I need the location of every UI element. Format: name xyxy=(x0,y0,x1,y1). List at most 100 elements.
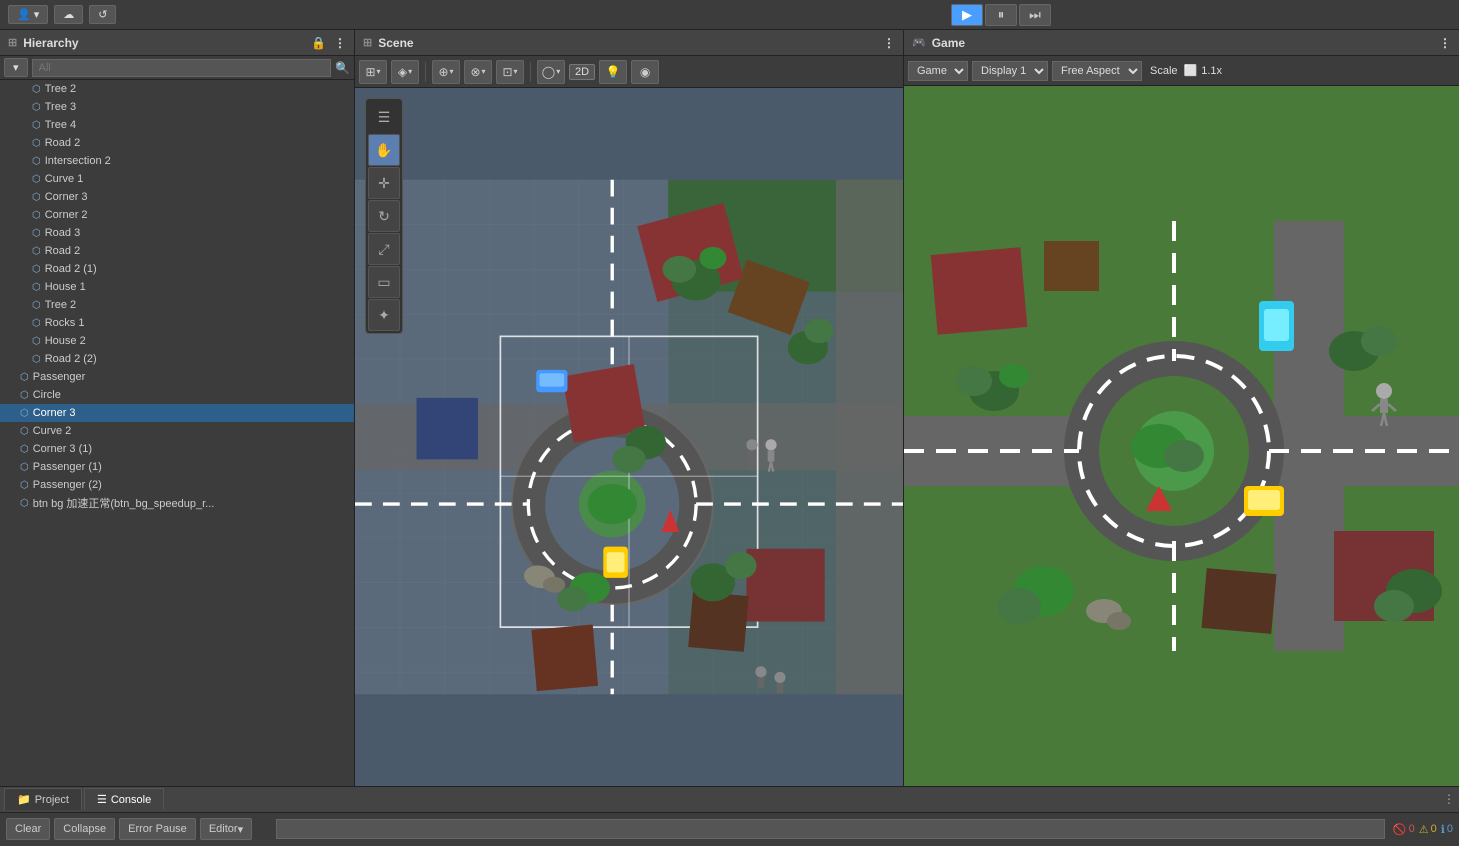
hierarchy-item[interactable]: ⬡Circle xyxy=(0,386,354,404)
hierarchy-item[interactable]: ⬡Road 3 xyxy=(0,224,354,242)
scale-icon: ⬜ xyxy=(1184,64,1198,77)
hierarchy-item[interactable]: ⬡Road 2 (2) xyxy=(0,350,354,368)
hierarchy-item[interactable]: ⬡Corner 2 xyxy=(0,206,354,224)
account-icon: 👤 xyxy=(17,8,31,21)
collapse-button[interactable]: Collapse xyxy=(54,818,115,840)
hierarchy-menu-icon[interactable]: ⋮ xyxy=(334,36,346,50)
hierarchy-item[interactable]: ⬡Passenger xyxy=(0,368,354,386)
account-button[interactable]: 👤 ▾ xyxy=(8,5,48,24)
play-button[interactable]: ▶ xyxy=(951,4,983,26)
transform-tool-btn[interactable]: ⊞ xyxy=(359,60,387,84)
game-menu-icon[interactable]: ⋮ xyxy=(1439,36,1451,50)
hierarchy-item[interactable]: ⬡Corner 3 xyxy=(0,404,354,422)
item-cube-icon: ⬡ xyxy=(32,156,41,167)
error-pause-button[interactable]: Error Pause xyxy=(119,818,196,840)
rotate-tool-btn[interactable]: ↻ xyxy=(368,200,400,232)
item-cube-icon: ⬡ xyxy=(32,228,41,239)
console-icon: ☰ xyxy=(97,793,107,806)
game-viewport[interactable] xyxy=(904,86,1459,786)
snap-tool-btn[interactable]: ⊡ xyxy=(496,60,524,84)
2d-badge[interactable]: 2D xyxy=(569,64,595,80)
scene-header: ⊞ Scene ⋮ xyxy=(355,30,903,56)
item-cube-icon: ⬡ xyxy=(20,498,29,509)
account-dropdown-icon: ▾ xyxy=(34,8,40,21)
scene-menu-icon[interactable]: ⋮ xyxy=(883,36,895,50)
hierarchy-item[interactable]: ⬡btn bg 加速正常(btn_bg_speedup_r... xyxy=(0,494,354,512)
hierarchy-item[interactable]: ⬡Road 2 xyxy=(0,242,354,260)
pause-button[interactable]: ⏸ xyxy=(985,4,1017,26)
global-tool-btn[interactable]: ⊗ xyxy=(464,60,492,84)
hierarchy-item[interactable]: ⬡Tree 3 xyxy=(0,98,354,116)
warn-badge: ⚠ 0 xyxy=(1419,823,1437,836)
scale-tool-btn[interactable]: ⤢ xyxy=(368,233,400,265)
item-cube-icon: ⬡ xyxy=(32,210,41,221)
light-tool-btn[interactable]: 💡 xyxy=(599,60,627,84)
bottom-menu-icon[interactable]: ⋮ xyxy=(1443,792,1455,806)
item-cube-icon: ⬡ xyxy=(32,174,41,185)
project-tab[interactable]: 📁 Project xyxy=(4,788,82,810)
step-button[interactable]: ⏭ xyxy=(1019,4,1051,26)
hierarchy-search-bar: ▾ 🔍 xyxy=(0,56,354,80)
hierarchy-item[interactable]: ⬡Tree 4 xyxy=(0,116,354,134)
hierarchy-item[interactable]: ⬡Rocks 1 xyxy=(0,314,354,332)
aspect-select[interactable]: Free Aspect xyxy=(1052,61,1142,81)
clear-button[interactable]: Clear xyxy=(6,818,50,840)
pause-icon: ⏸ xyxy=(998,7,1005,23)
scene-viewport[interactable] xyxy=(355,88,903,786)
custom-tool-btn[interactable]: ✦ xyxy=(368,299,400,331)
item-cube-icon: ⬡ xyxy=(32,120,41,131)
error-count: 0 xyxy=(1409,823,1415,835)
item-cube-icon: ⬡ xyxy=(32,138,41,149)
hierarchy-item[interactable]: ⬡Road 2 (1) xyxy=(0,260,354,278)
hierarchy-search-input[interactable] xyxy=(32,59,332,77)
cloud-icon: ☁ xyxy=(63,8,74,21)
console-search-input[interactable] xyxy=(276,819,1385,839)
hierarchy-item[interactable]: ⬡Tree 2 xyxy=(0,296,354,314)
hierarchy-item[interactable]: ⬡Passenger (2) xyxy=(0,476,354,494)
search-icon: 🔍 xyxy=(335,61,350,75)
item-cube-icon: ⬡ xyxy=(32,264,41,275)
item-cube-icon: ⬡ xyxy=(32,318,41,329)
hand-tool-btn[interactable]: ✋ xyxy=(368,134,400,166)
object-tool-btn[interactable]: ◈ xyxy=(391,60,419,84)
game-mode-select[interactable]: Game xyxy=(908,61,968,81)
error-badge: 🚫 0 xyxy=(1393,823,1415,836)
history-button[interactable]: ↺ xyxy=(89,5,116,24)
item-cube-icon: ⬡ xyxy=(20,480,29,491)
console-tab[interactable]: ☰ Console xyxy=(84,788,164,810)
hierarchy-item[interactable]: ⬡Corner 3 xyxy=(0,188,354,206)
rect-transform-btn[interactable]: ▭ xyxy=(368,266,400,298)
hierarchy-item[interactable]: ⬡Corner 3 (1) xyxy=(0,440,354,458)
hierarchy-item[interactable]: ⬡Curve 1 xyxy=(0,170,354,188)
hierarchy-header: ⊞ Hierarchy 🔒 ⋮ xyxy=(0,30,354,56)
item-cube-icon: ⬡ xyxy=(32,354,41,365)
hierarchy-item[interactable]: ⬡Passenger (1) xyxy=(0,458,354,476)
hierarchy-item[interactable]: ⬡Curve 2 xyxy=(0,422,354,440)
scene-content: ☰ ✋ ✛ ↻ ⤢ ▭ ✦ xyxy=(355,88,903,786)
item-cube-icon: ⬡ xyxy=(20,408,29,419)
info-badge: ℹ 0 xyxy=(1441,823,1453,836)
item-cube-icon: ⬡ xyxy=(32,282,41,293)
warn-count: 0 xyxy=(1431,823,1437,835)
pivot-tool-btn[interactable]: ⊕ xyxy=(432,60,460,84)
scene-toolbar: ⊞ ◈ ⊕ ⊗ ⊡ ◯ 2D 💡 ◉ xyxy=(355,56,903,88)
game-toolbar: Game Display 1 Free Aspect Scale ⬜ 1.1x xyxy=(904,56,1459,86)
game-header: 🎮 Game ⋮ xyxy=(904,30,1459,56)
hierarchy-item[interactable]: ⬡Intersection 2 xyxy=(0,152,354,170)
cloud-button[interactable]: ☁ xyxy=(54,5,83,24)
editor-dropdown-button[interactable]: Editor ▾ xyxy=(200,818,252,840)
render-tool-btn[interactable]: ◯ xyxy=(537,60,565,84)
hierarchy-item[interactable]: ⬡House 2 xyxy=(0,332,354,350)
console-tab-label: Console xyxy=(111,794,151,806)
game-icon: 🎮 xyxy=(912,36,926,49)
display-select[interactable]: Display 1 xyxy=(972,61,1048,81)
play-icon: ▶ xyxy=(962,7,972,23)
move-tool-btn[interactable]: ✛ xyxy=(368,167,400,199)
hierarchy-item[interactable]: ⬡Road 2 xyxy=(0,134,354,152)
bottom-panel: 📁 Project ☰ Console ⋮ Clear Collapse Err… xyxy=(0,786,1459,846)
hierarchy-item[interactable]: ⬡House 1 xyxy=(0,278,354,296)
audio-tool-btn[interactable]: ◉ xyxy=(631,60,659,84)
hierarchy-item[interactable]: ⬡Tree 2 xyxy=(0,80,354,98)
warn-icon: ⚠ xyxy=(1419,823,1429,836)
hierarchy-dropdown-btn[interactable]: ▾ xyxy=(4,58,28,77)
